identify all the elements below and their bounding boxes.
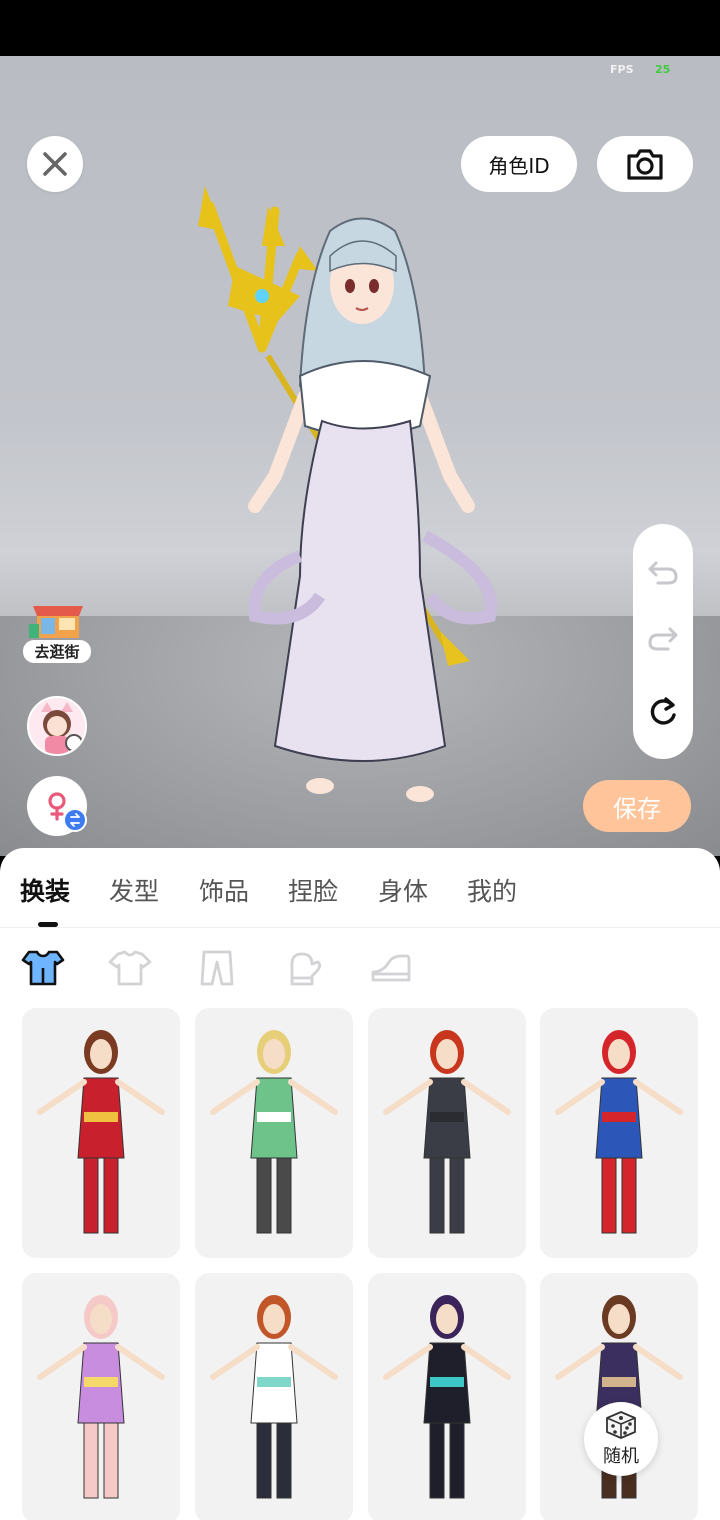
outfit-gothic-dress — [383, 1295, 511, 1499]
pants-icon — [200, 950, 234, 986]
outfit-black-suit — [383, 1030, 511, 1234]
reset-button[interactable] — [633, 682, 693, 742]
history-controls — [633, 524, 693, 759]
outfit-card[interactable] — [195, 1273, 353, 1520]
redo-button[interactable] — [633, 608, 693, 668]
outfit-green-kimono — [210, 1030, 338, 1234]
tab-face[interactable]: 捏脸 — [288, 872, 338, 908]
avatar-scene[interactable]: FPS 25 角色ID 去逛街 保存 — [0, 56, 720, 856]
outfit-wonder-hero — [37, 1030, 165, 1234]
undo-button[interactable] — [633, 542, 693, 602]
outfit-card[interactable] — [22, 1008, 180, 1258]
close-icon — [43, 152, 67, 176]
subcat-shoes[interactable] — [368, 946, 414, 990]
tab-accessories[interactable]: 饰品 — [199, 872, 249, 908]
tab-mine[interactable]: 我的 — [467, 872, 517, 908]
gender-switch-button[interactable] — [27, 776, 87, 836]
outfit-wizard-robe — [555, 1295, 683, 1499]
role-id-button[interactable]: 角色ID — [461, 136, 577, 192]
swap-icon — [63, 808, 87, 832]
camera-icon — [627, 149, 663, 180]
outfit-pink-cat — [37, 1295, 165, 1499]
active-tab-indicator — [38, 922, 58, 927]
tab-outfit[interactable]: 换装 — [20, 872, 70, 908]
outfit-card[interactable] — [22, 1273, 180, 1520]
camera-button[interactable] — [597, 136, 693, 192]
tab-body[interactable]: 身体 — [378, 872, 428, 908]
category-tabs: 换装 发型 饰品 捏脸 身体 我的 — [0, 848, 720, 928]
outfit-subcategories — [0, 940, 720, 996]
outfit-card[interactable] — [368, 1273, 526, 1520]
subcat-tops[interactable] — [107, 946, 153, 990]
redo-icon — [648, 627, 678, 651]
outfit-card[interactable] — [195, 1008, 353, 1258]
random-button[interactable]: 随机 — [584, 1402, 658, 1476]
undo-icon — [648, 561, 678, 585]
outfit-sport-jersey — [210, 1295, 338, 1499]
refresh-icon — [650, 697, 676, 725]
outfit-card[interactable] — [540, 1008, 698, 1258]
avatar-dress — [273, 419, 447, 762]
status-bar — [0, 0, 720, 56]
subcat-gloves[interactable] — [281, 946, 327, 990]
no-sync-badge — [65, 734, 83, 752]
top-icon — [108, 950, 152, 986]
tab-hairstyle[interactable]: 发型 — [109, 872, 159, 908]
shop-icon — [29, 606, 83, 638]
close-button[interactable] — [27, 136, 83, 192]
outfit-card[interactable] — [368, 1008, 526, 1258]
glove-icon — [290, 952, 321, 986]
go-shopping-label: 去逛街 — [23, 640, 91, 663]
outfit-captain-hero — [555, 1030, 683, 1234]
go-shopping-button[interactable]: 去逛街 — [23, 602, 91, 663]
avatar-thumbnail-button[interactable] — [27, 696, 87, 756]
save-button[interactable]: 保存 — [583, 780, 691, 832]
subcat-outfit-set[interactable] — [20, 946, 66, 990]
random-label: 随机 — [603, 1446, 639, 1467]
dice-icon — [606, 1411, 636, 1439]
subcat-bottoms[interactable] — [194, 946, 240, 990]
outfit-set-icon — [21, 950, 65, 986]
outfit-card[interactable] — [540, 1273, 698, 1520]
shoe-icon — [371, 954, 411, 982]
